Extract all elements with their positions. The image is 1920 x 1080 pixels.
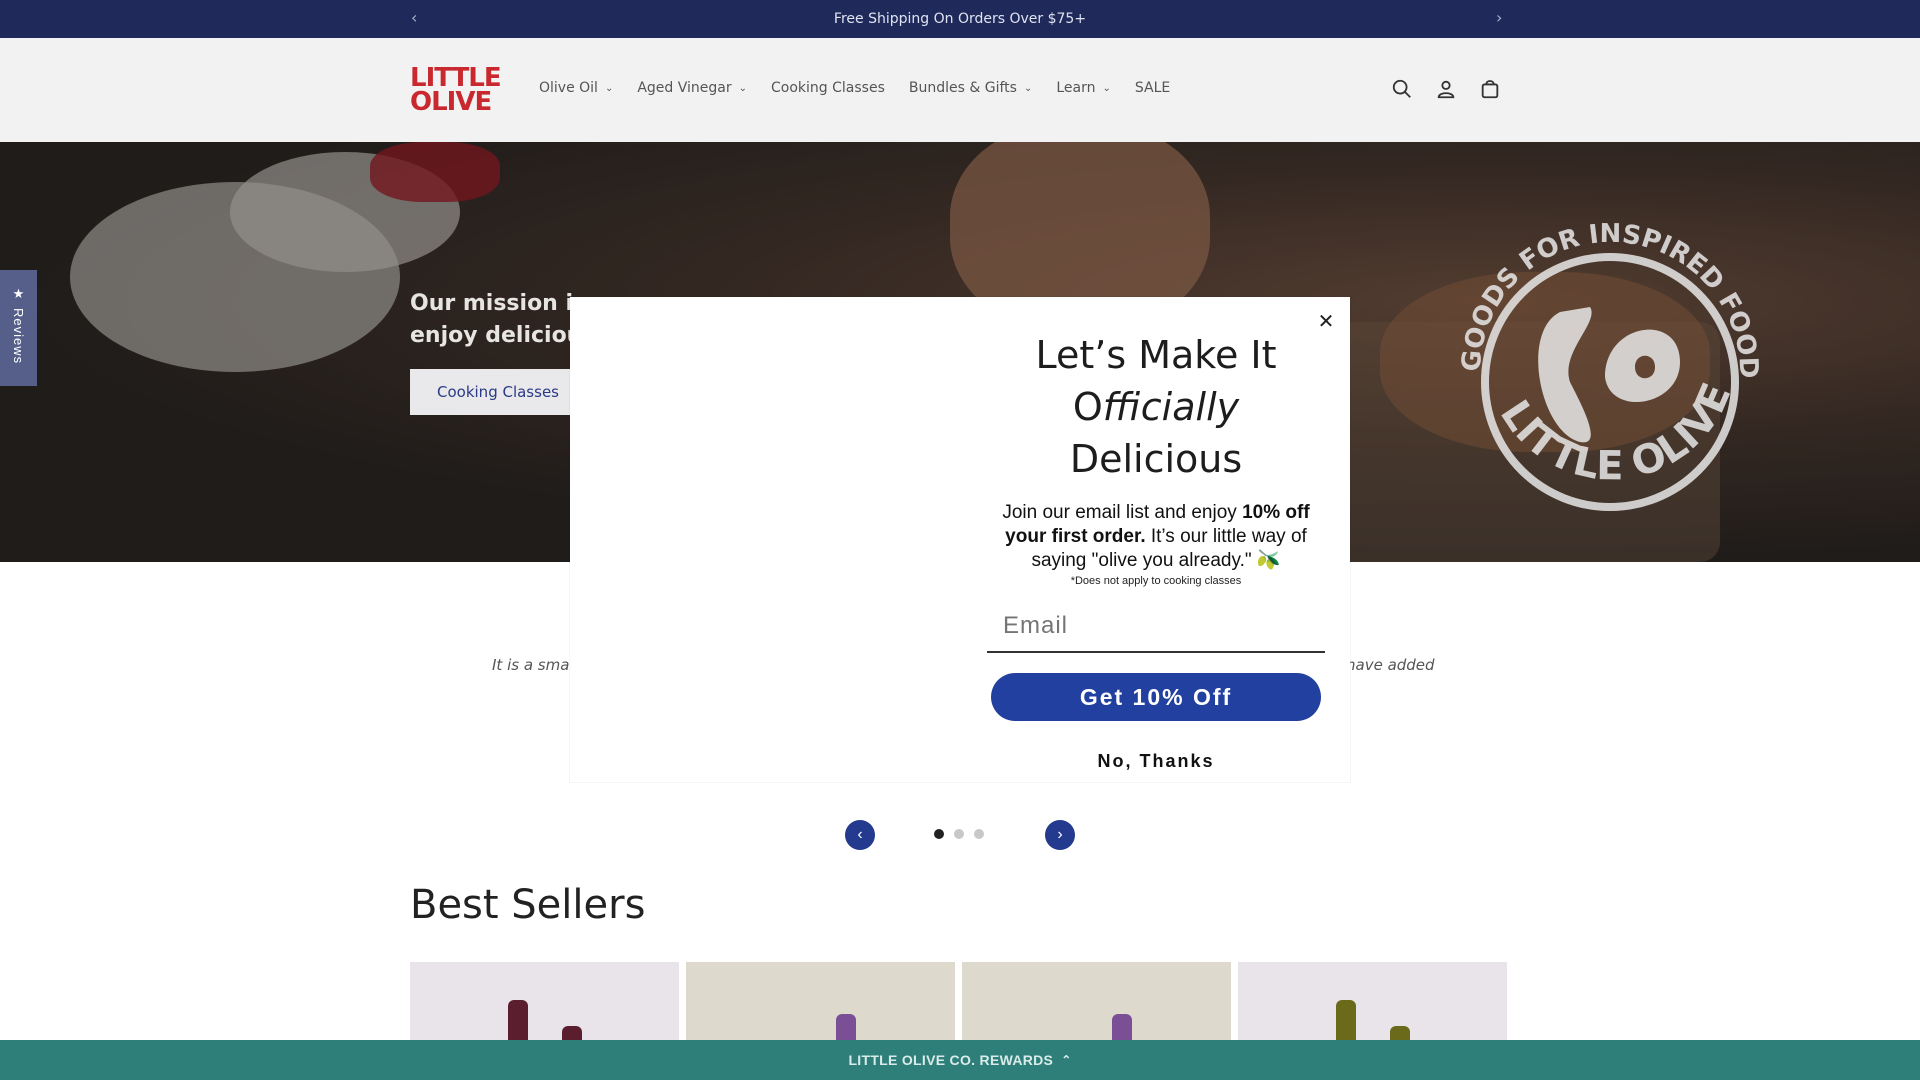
email-signup-popup: ✕ Let’s Make It Officially Delicious Joi… <box>570 297 1350 782</box>
popup-pitch-text: Join our email list and enjoy 10% off yo… <box>986 501 1326 573</box>
popup-fine-print: *Does not apply to cooking classes <box>1070 575 1242 587</box>
headline-o: O <box>1072 385 1103 429</box>
email-input[interactable] <box>987 601 1325 653</box>
headline-italic: fficially <box>1102 385 1240 429</box>
headline-rest: Delicious <box>1069 437 1243 481</box>
popup-content: Let’s Make It Officially Delicious Join … <box>986 329 1326 772</box>
pitch-start: Join our email list and enjoy <box>1002 502 1243 523</box>
get-discount-button[interactable]: Get 10% Off <box>991 673 1321 721</box>
headline-line-2: Officially Delicious <box>986 381 1326 485</box>
headline-line-1: Let’s Make It <box>1035 333 1277 377</box>
popup-headline: Let’s Make It Officially Delicious <box>986 329 1326 485</box>
no-thanks-button[interactable]: No, Thanks <box>986 751 1326 772</box>
